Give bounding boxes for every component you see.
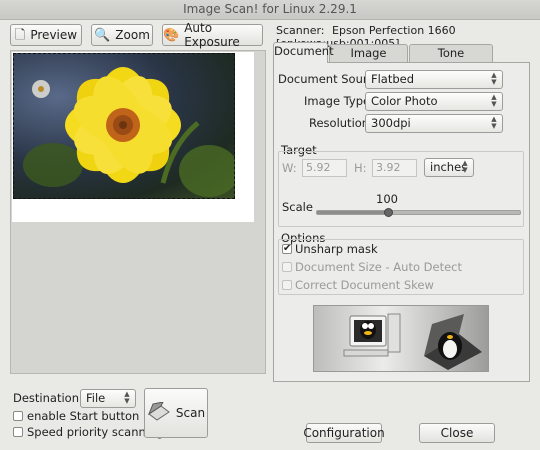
image-scan-window: Image Scan! for Linux 2.29.1 🗋 Preview 🔍… (0, 0, 540, 450)
configuration-button[interactable]: Configuration (303, 423, 385, 443)
unsharp-mask-label: Unsharp mask (295, 242, 378, 256)
width-field[interactable]: 5.92 (302, 159, 347, 177)
destination-label: Destination: (13, 391, 83, 405)
combo-arrow-icon: ▲ ▼ (462, 159, 468, 174)
selection-marquee[interactable] (13, 53, 235, 199)
resolution-select[interactable]: 300dpi ▲ ▼ (365, 114, 503, 133)
document-source-select[interactable]: Flatbed ▲ ▼ (365, 70, 503, 89)
zoom-icon: 🔍 (94, 27, 111, 43)
scale-slider-fill (317, 211, 389, 214)
scanner-logo-image (313, 305, 489, 372)
scan-label: Scan (175, 406, 206, 420)
scanner-label: Scanner: (276, 24, 325, 37)
destination-select[interactable]: File ▲ ▼ (80, 389, 136, 408)
units-select[interactable]: inches ▲ ▼ (424, 158, 474, 177)
tab-document[interactable]: Document (273, 42, 334, 63)
combo-arrow-icon: ▲ ▼ (491, 71, 497, 86)
unsharp-mask-checkbox[interactable]: ✔ (282, 244, 292, 254)
start-button-label: enable Start button (27, 409, 140, 423)
scan-icon (147, 400, 171, 425)
scale-slider-handle[interactable] (384, 208, 394, 217)
skew-checkbox[interactable] (282, 280, 292, 290)
close-button[interactable]: Close (419, 423, 495, 443)
scale-value: 100 (376, 192, 398, 206)
document-panel: Document Source: Flatbed ▲ ▼ Image Type: … (273, 62, 530, 382)
width-label: W: (282, 161, 297, 175)
tab-image-controls[interactable]: Image Controls (329, 44, 408, 76)
tab-tone-correction[interactable]: Tone Correction (409, 44, 493, 76)
preview-label: Preview (30, 28, 78, 42)
doc-size-label: Document Size - Auto Detect (295, 260, 463, 274)
preview-icon: 🗋 (14, 27, 26, 43)
doc-size-checkbox[interactable] (282, 262, 292, 272)
combo-arrow-icon: ▲ ▼ (124, 390, 130, 405)
combo-arrow-icon: ▲ ▼ (491, 115, 497, 130)
preview-button[interactable]: 🗋 Preview (10, 24, 82, 46)
auto-exposure-button[interactable]: 🎨 Auto Exposure (162, 21, 263, 49)
destination-value: File (86, 391, 106, 405)
height-field[interactable]: 3.92 (372, 159, 417, 177)
scale-label: Scale (282, 200, 313, 214)
scale-slider[interactable] (316, 208, 521, 217)
zoom-button[interactable]: 🔍 Zoom (91, 24, 153, 46)
scan-button[interactable]: Scan (144, 388, 208, 438)
combo-arrow-icon: ▲ ▼ (491, 93, 497, 108)
auto-exposure-icon: 🎨 (163, 27, 180, 43)
resolution-label: Resolution: (309, 116, 373, 130)
preview-area[interactable] (10, 50, 266, 374)
preview-paper (12, 52, 254, 222)
height-label: H: (354, 161, 367, 175)
image-type-label: Image Type: (304, 94, 374, 108)
zoom-label: Zoom (115, 28, 150, 42)
auto-exposure-label: Auto Exposure (184, 21, 240, 49)
document-source-value: Flatbed (371, 72, 415, 86)
penguin-scanner-illustration (343, 313, 482, 370)
resolution-value: 300dpi (371, 116, 411, 130)
image-type-select[interactable]: Color Photo ▲ ▼ (365, 92, 503, 111)
skew-label: Correct Document Skew (295, 278, 434, 292)
speed-priority-checkbox[interactable] (13, 427, 23, 437)
start-button-checkbox[interactable] (13, 411, 23, 421)
image-type-value: Color Photo (371, 94, 438, 108)
check-icon: ✔ (283, 243, 292, 254)
window-title: Image Scan! for Linux 2.29.1 (0, 0, 540, 20)
